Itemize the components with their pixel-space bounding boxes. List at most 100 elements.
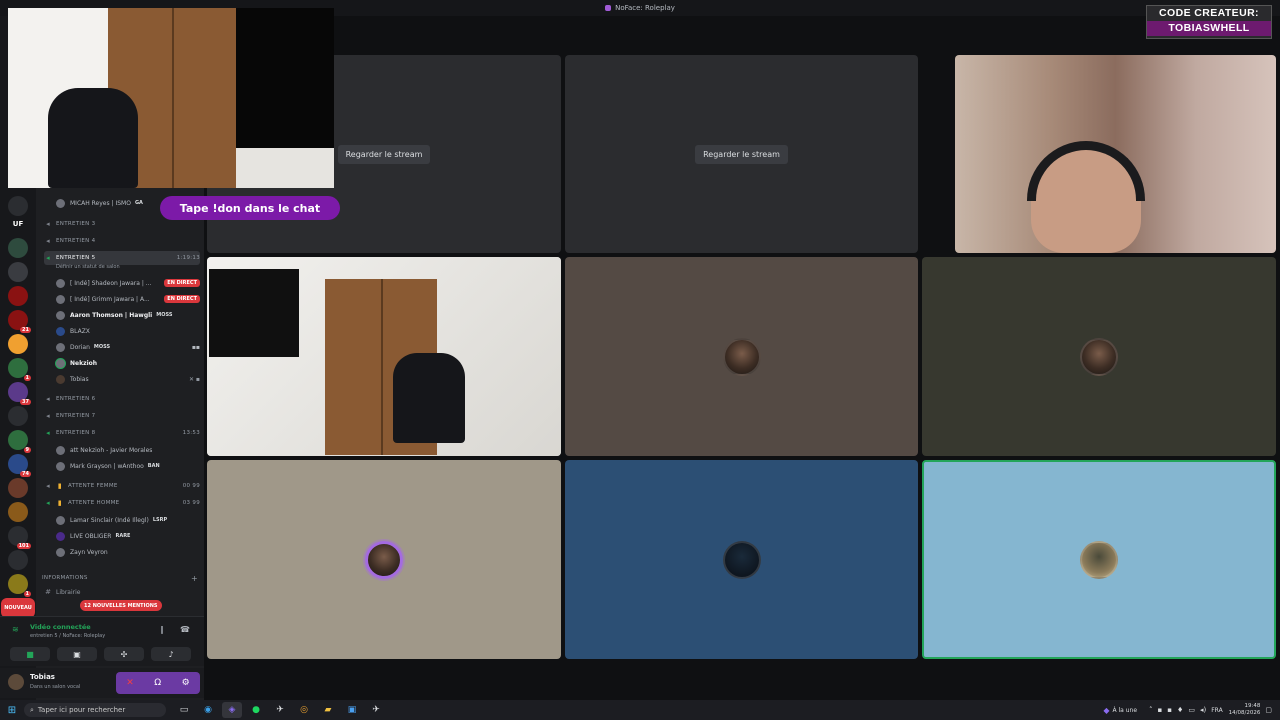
volume-icon[interactable]: ◂): [1200, 706, 1206, 714]
video-tile-avatar[interactable]: [922, 460, 1276, 659]
server-lr-icon[interactable]: [8, 286, 28, 306]
voice-user[interactable]: [ Indé] Grimm Jawara | A... EN DIRECT: [56, 292, 200, 306]
voice-user[interactable]: Aaron Thomson | Hawgli MOSS: [56, 308, 200, 322]
screen-share-icon: ▣: [73, 649, 81, 659]
noise-suppression-icon[interactable]: ∥: [160, 625, 164, 634]
stream-tile[interactable]: Regarder le stream: [565, 55, 918, 253]
category-informations[interactable]: INFORMATIONS +: [42, 571, 198, 585]
app-icon[interactable]: ✈: [270, 702, 290, 718]
server-icon[interactable]: [8, 406, 28, 426]
mic-muted-icon[interactable]: ✕: [126, 678, 134, 688]
server-icon[interactable]: [8, 478, 28, 498]
voice-user[interactable]: LIVE OBLIGER RARE: [56, 529, 200, 543]
new-label: NOUVEAU: [4, 605, 32, 611]
voice-user[interactable]: Nekzioh: [56, 356, 200, 370]
video-tile-avatar[interactable]: [565, 460, 918, 659]
text-channel-librairie[interactable]: # Librairie: [44, 585, 200, 599]
app-icon[interactable]: ✈: [366, 702, 386, 718]
news-label[interactable]: À la une: [1112, 707, 1137, 714]
participant-avatar: [1080, 337, 1118, 376]
voice-channel-path[interactable]: entretien 5 / NoFace: Roleplay: [30, 633, 105, 639]
server-icon[interactable]: [8, 196, 28, 216]
discord-taskbar-icon[interactable]: ◈: [222, 702, 242, 718]
channel-name: ATTENTE HOMME: [68, 500, 120, 506]
speaker-icon: ◂: [46, 254, 50, 262]
channel-name: ENTRETIEN 8: [56, 430, 96, 436]
edge-icon[interactable]: ◉: [198, 702, 218, 718]
language-indicator[interactable]: FRA: [1211, 707, 1222, 714]
server-icon[interactable]: [8, 550, 28, 570]
video-tile-facecam[interactable]: [955, 55, 1276, 253]
app-icon[interactable]: ▣: [342, 702, 362, 718]
voice-channel-entretien-4[interactable]: ◂ ENTRETIEN 4: [44, 234, 200, 248]
channel-name: ATTENTE FEMME: [68, 483, 118, 489]
new-mentions-pill[interactable]: 12 NOUVELLES MENTIONS: [80, 600, 162, 611]
soundboard-button[interactable]: ♪: [151, 647, 191, 661]
screen-share-button[interactable]: ▣: [57, 647, 97, 661]
speaker-icon: ◂: [46, 412, 50, 420]
windows-start-icon[interactable]: ⊞: [0, 705, 24, 716]
server-icon[interactable]: [8, 262, 28, 282]
voice-channel-attente-femme[interactable]: ◂ ▮ ATTENTE FEMME 00 99: [44, 479, 200, 493]
task-view-icon[interactable]: ▭: [174, 702, 194, 718]
clock-date: 14/08/2026: [1228, 710, 1261, 716]
tray-icon[interactable]: ▪: [1167, 706, 1172, 714]
voice-user[interactable]: [ Indé] Shadeon Jawara | ... EN DIRECT: [56, 276, 200, 290]
closet-divider: [381, 279, 383, 455]
spotify-icon[interactable]: ●: [246, 702, 266, 718]
disconnect-icon[interactable]: ☎: [180, 625, 190, 634]
voice-user[interactable]: Mark Grayson | wAnthoo BAN: [56, 459, 200, 473]
microphone-icon[interactable]: ♦: [1177, 706, 1183, 714]
voice-user-name: Lamar Sinclair (Indé Illegl): [70, 516, 149, 524]
chrome-icon[interactable]: ◎: [294, 702, 314, 718]
role-tag: MOSS: [156, 312, 173, 318]
server-lr2-icon[interactable]: 21: [8, 310, 31, 333]
notifications-icon[interactable]: ▢: [1265, 706, 1272, 714]
voice-channel-entretien-7[interactable]: ◂ ENTRETIEN 7: [44, 409, 200, 423]
avatar[interactable]: [8, 674, 24, 690]
voice-user[interactable]: Zayn Veyron: [56, 545, 200, 559]
server-icon[interactable]: 9: [8, 430, 31, 453]
video-tile-room[interactable]: [207, 257, 561, 456]
server-icon[interactable]: 74: [8, 454, 31, 477]
video-tile-avatar[interactable]: [207, 460, 561, 659]
voice-user[interactable]: Tobias ✕ ▪: [56, 372, 200, 386]
voice-user[interactable]: BLAZX: [56, 324, 200, 338]
voice-user[interactable]: Lamar Sinclair (Indé Illegl) LSRP: [56, 513, 200, 527]
audio-controls: ✕ Ω ⚙: [116, 672, 200, 694]
add-channel-icon[interactable]: +: [191, 574, 198, 583]
network-icon[interactable]: ▭: [1188, 706, 1195, 714]
server-icon[interactable]: [8, 502, 28, 522]
watch-stream-button[interactable]: Regarder le stream: [337, 144, 431, 164]
voice-channel-entretien-6[interactable]: ◂ ENTRETIEN 6: [44, 392, 200, 406]
server-uf[interactable]: UF: [8, 214, 28, 234]
server-icon[interactable]: 37: [8, 382, 31, 405]
server-flame-icon[interactable]: [8, 334, 28, 354]
channel-status-prompt[interactable]: Définir un statut de salon: [56, 262, 212, 272]
headphones-icon[interactable]: Ω: [154, 678, 161, 688]
video-tile-avatar[interactable]: [922, 257, 1276, 456]
voice-user[interactable]: att Nekzioh - Javier Morales: [56, 443, 200, 457]
clock[interactable]: 19:48 14/08/2026: [1229, 703, 1261, 717]
voice-channel-attente-homme[interactable]: ◂ ▮ ATTENTE HOMME 03 99: [44, 496, 200, 510]
server-icon[interactable]: 1: [8, 574, 31, 597]
server-icon[interactable]: [8, 238, 28, 258]
channel-name: ENTRETIEN 4: [56, 238, 96, 244]
activities-button[interactable]: ✣: [104, 647, 144, 661]
webcam-closet-divider: [172, 8, 174, 188]
voice-channel-entretien-8[interactable]: ◂ ENTRETIEN 8 13:53: [44, 426, 200, 440]
role-tag: RARE: [115, 533, 131, 539]
tray-icon[interactable]: ▪: [1158, 706, 1163, 714]
user-name[interactable]: Tobias: [30, 673, 55, 681]
voice-user[interactable]: Dorian MOSS ▪▪: [56, 340, 200, 354]
chevron-up-icon[interactable]: ˄: [1149, 706, 1153, 714]
server-icon[interactable]: 1: [8, 358, 31, 381]
settings-gear-icon[interactable]: ⚙: [182, 678, 190, 688]
camera-button[interactable]: ■: [10, 647, 50, 661]
server-icon[interactable]: 101: [8, 526, 31, 549]
watch-stream-button[interactable]: Regarder le stream: [695, 144, 788, 164]
file-explorer-icon[interactable]: ▰: [318, 702, 338, 718]
taskbar-search[interactable]: ⌕ Taper ici pour rechercher: [24, 703, 166, 717]
new-servers-pill[interactable]: NOUVEAU: [1, 598, 35, 618]
video-tile-avatar[interactable]: [565, 257, 918, 456]
